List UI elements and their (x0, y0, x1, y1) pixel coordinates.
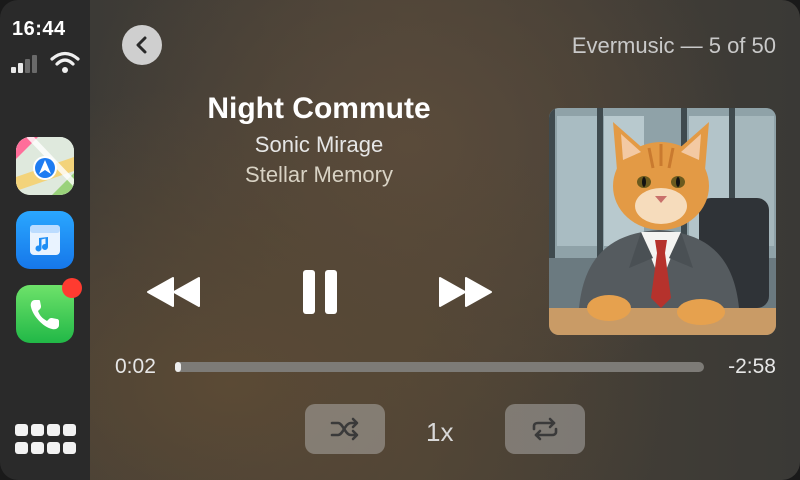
pause-button[interactable] (302, 270, 338, 314)
remaining-time: -2:58 (728, 355, 776, 378)
app-grid-button[interactable] (15, 424, 77, 458)
back-icon (136, 36, 147, 54)
music-app-icon[interactable] (16, 211, 74, 269)
track-artist: Sonic Mirage (254, 132, 384, 157)
album-artwork (549, 108, 776, 335)
shuffle-button[interactable] (305, 404, 385, 454)
rewind-button[interactable] (146, 276, 202, 308)
sidebar: 16:44 (0, 0, 90, 480)
progress-scrubber[interactable] (175, 362, 704, 372)
playback-speed-button[interactable]: 1x (426, 417, 453, 448)
fast-forward-button[interactable] (437, 276, 493, 308)
track-album: Stellar Memory (245, 162, 393, 187)
back-button[interactable] (122, 25, 162, 65)
source-label: Evermusic — 5 of 50 (571, 33, 776, 58)
now-playing-panel: Evermusic — 5 of 50 Night Commute Sonic … (90, 0, 800, 480)
track-title: Night Commute (207, 92, 431, 125)
maps-app-icon[interactable] (16, 137, 74, 195)
repeat-icon (532, 417, 558, 441)
progress-fill (175, 362, 181, 372)
shuffle-icon (330, 417, 359, 441)
notification-badge (62, 278, 82, 298)
wifi-icon (50, 51, 80, 73)
repeat-button[interactable] (505, 404, 585, 454)
status-time: 16:44 (12, 18, 66, 40)
elapsed-time: 0:02 (115, 355, 156, 378)
cellular-signal-icon (11, 55, 43, 73)
